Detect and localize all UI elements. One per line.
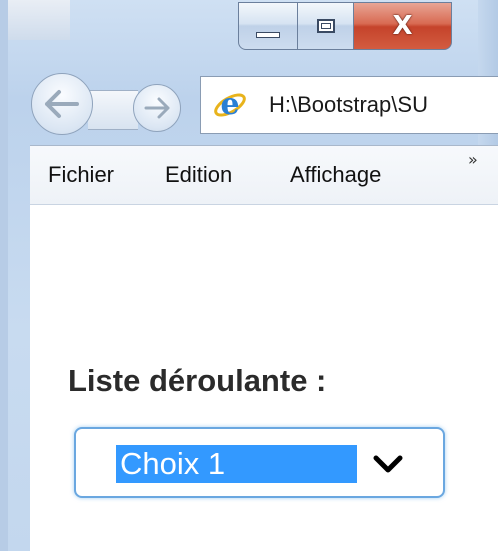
address-value: H:\Bootstrap\SU <box>269 92 428 117</box>
maximize-button[interactable] <box>298 2 354 50</box>
menu-item-edition[interactable]: Edition <box>165 162 232 188</box>
back-arrow-icon <box>45 90 79 118</box>
ie-icon: e <box>214 88 246 122</box>
svg-text:e: e <box>220 88 239 122</box>
select-selected-value: Choix 1 <box>116 445 357 483</box>
minimize-icon <box>256 32 280 38</box>
menu-item-affichage[interactable]: Affichage <box>290 162 381 188</box>
menu-overflow-icon[interactable]: » <box>468 150 478 169</box>
close-icon: X <box>392 11 413 41</box>
menu-bar: Fichier Edition Affichage » <box>30 145 498 205</box>
back-button[interactable] <box>31 73 93 135</box>
menu-item-fichier[interactable]: Fichier <box>48 162 114 188</box>
forward-arrow-icon <box>144 97 170 119</box>
select-label: Liste déroulante : <box>68 363 327 398</box>
maximize-icon <box>316 19 335 33</box>
forward-button[interactable] <box>133 84 181 132</box>
chevron-down-icon <box>373 455 403 473</box>
address-bar[interactable]: e H:\Bootstrap\SU <box>200 76 498 134</box>
window-caption-buttons: X <box>238 2 452 52</box>
minimize-button[interactable] <box>238 2 298 50</box>
page-content: Liste déroulante : Choix 1 <box>30 205 498 551</box>
close-button[interactable]: X <box>354 2 452 50</box>
dropdown-select[interactable]: Choix 1 <box>74 427 445 498</box>
